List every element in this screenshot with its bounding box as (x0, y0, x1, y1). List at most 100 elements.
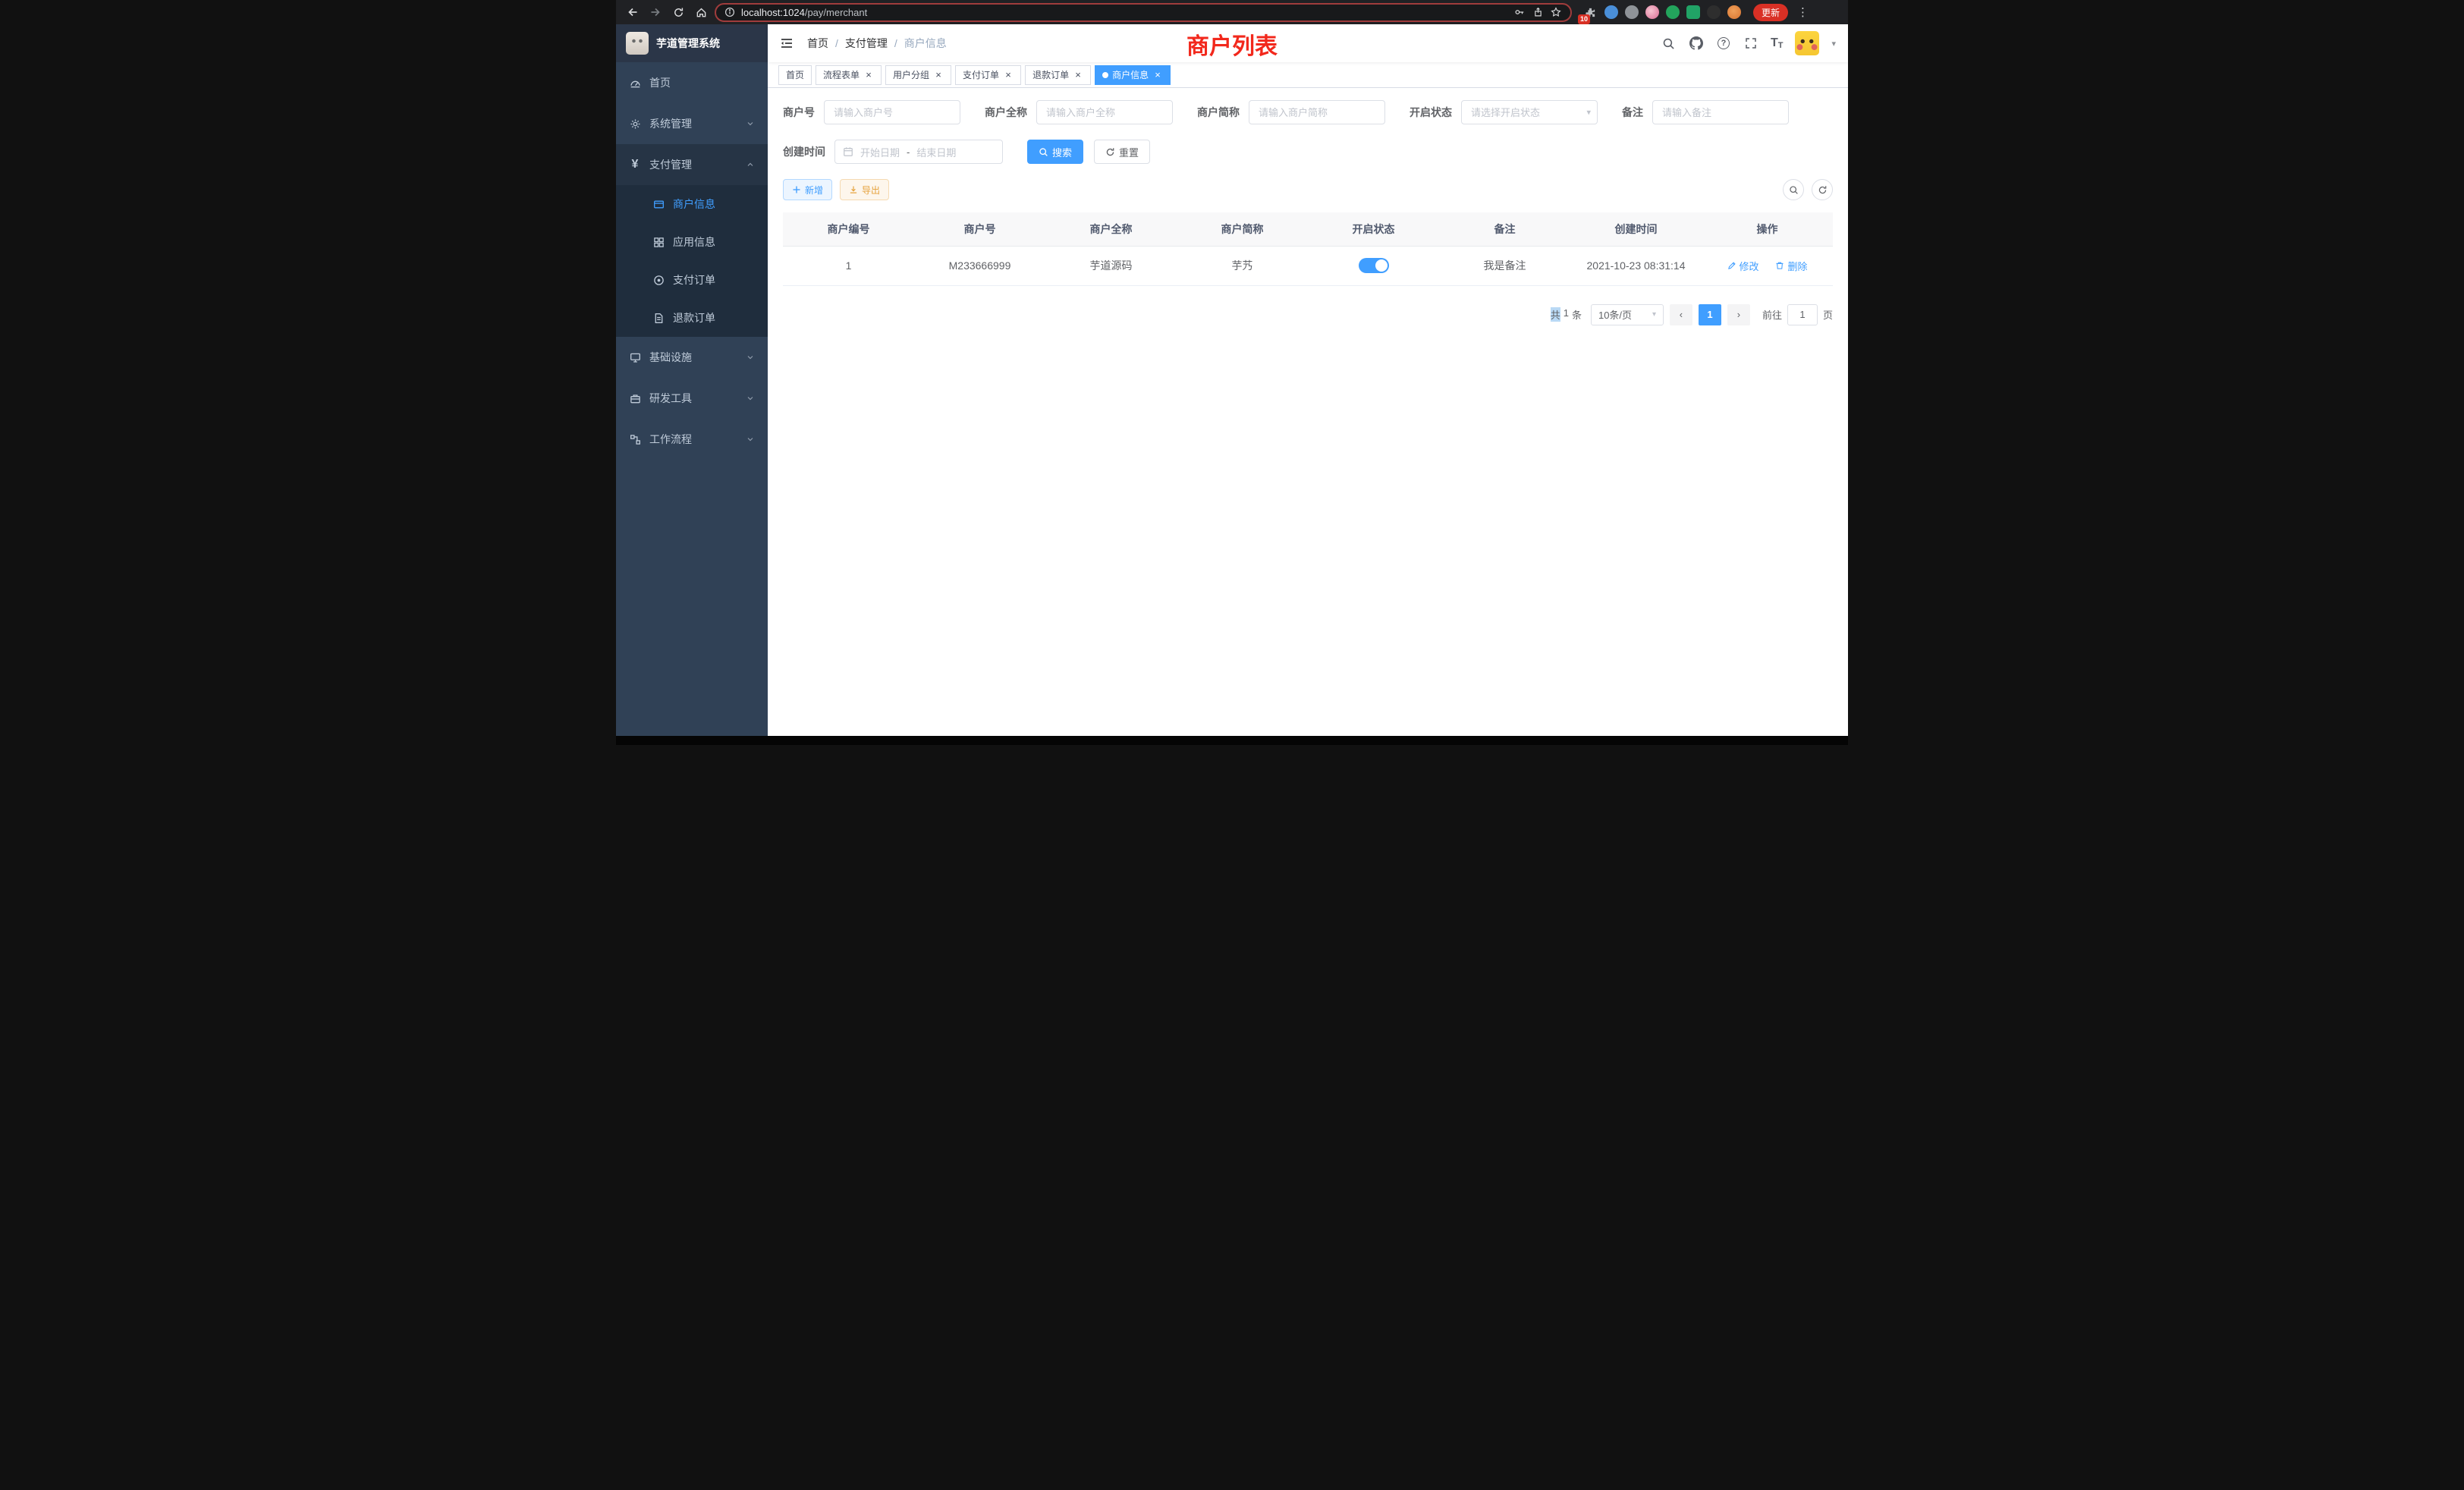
status-select[interactable] (1461, 100, 1598, 124)
export-button-label: 导出 (862, 184, 880, 196)
short-name-input[interactable] (1249, 100, 1385, 124)
delete-link[interactable]: 删除 (1775, 259, 1807, 273)
breadcrumb-payment[interactable]: 支付管理 (845, 36, 888, 51)
merchant-no-input[interactable] (824, 100, 960, 124)
tab-pay-orders[interactable]: 支付订单 × (955, 65, 1021, 85)
site-info-icon[interactable] (724, 6, 736, 18)
main-area: 首页 / 支付管理 / 商户信息 ? (768, 24, 1848, 736)
sidebar-item-payment[interactable]: ¥ 支付管理 (616, 144, 768, 185)
close-icon[interactable]: × (1003, 70, 1014, 80)
back-icon[interactable] (624, 3, 642, 21)
update-button[interactable]: 更新 (1753, 4, 1788, 21)
close-icon[interactable]: × (863, 70, 874, 80)
sidebar-item-workflow[interactable]: 工作流程 (616, 419, 768, 460)
refresh-table-button[interactable] (1812, 179, 1833, 200)
extension-icon-pink[interactable] (1645, 5, 1659, 19)
tab-home[interactable]: 首页 (778, 65, 812, 85)
browser-menu-icon[interactable]: ⋮ (1793, 5, 1813, 19)
app-logo[interactable]: 芋道管理系统 (616, 24, 768, 62)
cell-full-name: 芋道源码 (1045, 246, 1177, 285)
reset-button[interactable]: 重置 (1094, 140, 1150, 164)
caret-down-icon[interactable]: ▾ (1831, 39, 1836, 49)
toggle-search-button[interactable] (1783, 179, 1804, 200)
active-dot (1102, 72, 1108, 78)
page-1-button[interactable]: 1 (1699, 304, 1721, 325)
tab-user-group[interactable]: 用户分组 × (885, 65, 951, 85)
sidebar-item-app-info[interactable]: 应用信息 (616, 223, 768, 261)
goto-page-input[interactable] (1787, 304, 1818, 325)
address-bar[interactable]: localhost:1024/pay/merchant (715, 3, 1572, 22)
font-size-icon[interactable]: TT (1771, 36, 1784, 50)
bookmark-star-icon[interactable] (1549, 3, 1563, 21)
sidebar-item-system[interactable]: 系统管理 (616, 103, 768, 144)
search-icon[interactable] (1661, 36, 1677, 51)
dashboard-icon (629, 77, 641, 89)
sidebar-item-label: 应用信息 (673, 234, 715, 250)
share-icon[interactable] (1531, 3, 1545, 21)
tab-label: 支付订单 (963, 68, 999, 81)
breadcrumb-separator: / (835, 37, 838, 49)
close-icon[interactable]: × (933, 70, 944, 80)
sidebar-item-label: 系统管理 (649, 116, 692, 131)
status-label: 开启状态 (1410, 105, 1452, 120)
breadcrumb-separator: / (894, 37, 897, 49)
total-count: 1 (1564, 307, 1569, 322)
password-key-icon[interactable] (1513, 3, 1526, 21)
forward-icon[interactable] (646, 3, 665, 21)
extension-icon-gray[interactable] (1625, 5, 1639, 19)
question-glyph: ? (1718, 37, 1730, 49)
total-suffix: 条 (1572, 307, 1582, 322)
tab-process-form[interactable]: 流程表单 × (816, 65, 882, 85)
sidebar-item-merchant-info[interactable]: 商户信息 (616, 185, 768, 223)
tab-label: 用户分组 (893, 68, 929, 81)
github-icon[interactable] (1689, 36, 1704, 51)
search-icon (1039, 147, 1048, 157)
extensions-cluster: 10 (1582, 3, 1741, 21)
pagination-total: 共 1 条 (1551, 307, 1582, 322)
extension-icon-drop[interactable] (1604, 5, 1618, 19)
tab-merchant-info[interactable]: 商户信息 × (1095, 65, 1171, 85)
help-icon[interactable]: ? (1716, 36, 1731, 51)
extensions-puzzle-icon[interactable]: 10 (1582, 3, 1598, 21)
extension-icon-green-circle[interactable] (1666, 5, 1680, 19)
breadcrumb-home[interactable]: 首页 (807, 36, 828, 51)
next-page-button[interactable]: › (1727, 304, 1750, 325)
add-button-label: 新增 (805, 184, 823, 196)
export-button[interactable]: 导出 (840, 179, 889, 200)
url-text[interactable]: localhost:1024/pay/merchant (741, 7, 1507, 18)
calendar-icon (843, 146, 853, 157)
edit-link[interactable]: 修改 (1727, 259, 1759, 273)
close-icon[interactable]: × (1152, 70, 1163, 80)
tab-refund-orders[interactable]: 退款订单 × (1025, 65, 1091, 85)
merchant-no-label: 商户号 (783, 105, 815, 120)
home-icon[interactable] (692, 3, 710, 21)
fullscreen-icon[interactable] (1743, 36, 1758, 51)
add-button[interactable]: 新增 (783, 179, 832, 200)
plus-icon (792, 185, 801, 194)
status-toggle[interactable] (1359, 258, 1389, 273)
extension-icon-pin[interactable] (1707, 5, 1721, 19)
prev-page-button[interactable]: ‹ (1670, 304, 1692, 325)
browser-profile-avatar[interactable] (1727, 5, 1741, 19)
menu-fold-icon[interactable] (780, 36, 794, 50)
cell-create-time: 2021-10-23 08:31:14 (1570, 246, 1702, 285)
date-range-picker[interactable]: 开始日期 - 结束日期 (834, 140, 1003, 164)
page-size-select[interactable]: 10条/页 ▾ (1591, 304, 1664, 325)
reload-icon[interactable] (669, 3, 687, 21)
remark-input[interactable] (1652, 100, 1789, 124)
sidebar-item-refund-orders[interactable]: 退款订单 (616, 299, 768, 337)
extension-icon-green-square[interactable] (1686, 5, 1700, 19)
sidebar-item-label: 研发工具 (649, 391, 692, 406)
close-icon[interactable]: × (1073, 70, 1083, 80)
full-name-input[interactable] (1036, 100, 1173, 124)
user-avatar[interactable] (1795, 31, 1819, 55)
merchant-table: 商户编号 商户号 商户全称 商户简称 开启状态 备注 创建时间 操作 1 (783, 212, 1833, 286)
remark-label: 备注 (1622, 105, 1643, 120)
pencil-icon (1727, 261, 1736, 270)
sidebar-item-home[interactable]: 首页 (616, 62, 768, 103)
col-header: 备注 (1439, 212, 1570, 246)
sidebar-item-devtools[interactable]: 研发工具 (616, 378, 768, 419)
sidebar-item-pay-orders[interactable]: 支付订单 (616, 261, 768, 299)
search-button[interactable]: 搜索 (1027, 140, 1083, 164)
sidebar-item-infra[interactable]: 基础设施 (616, 337, 768, 378)
